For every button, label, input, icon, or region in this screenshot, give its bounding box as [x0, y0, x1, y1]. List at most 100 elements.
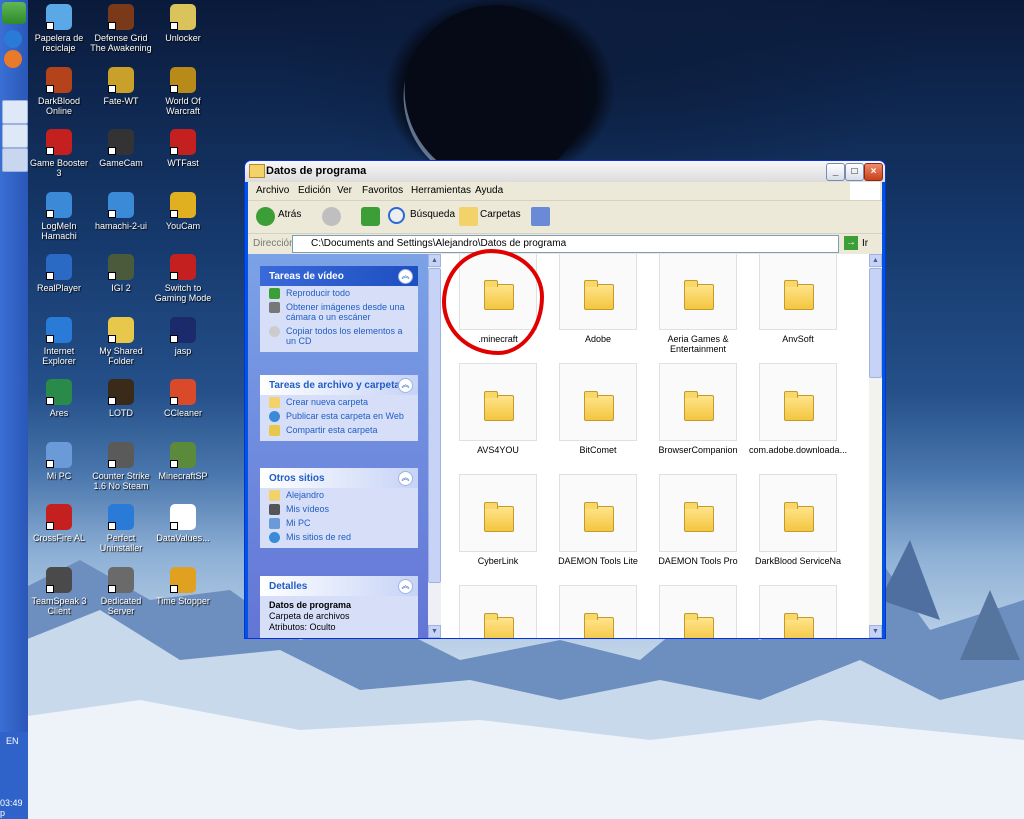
folder-item[interactable]: BitComet [549, 363, 647, 455]
folder-item[interactable] [649, 585, 747, 638]
task-publish-web[interactable]: Publicar esta carpeta en Web [260, 409, 418, 423]
start-button[interactable] [2, 2, 26, 24]
desktop-icon[interactable]: Unlocker [152, 4, 214, 43]
desktop-icon[interactable]: Dedicated Server [90, 566, 152, 616]
folder-item[interactable]: Aeria Games & Entertainment [649, 254, 747, 354]
collapse-icon[interactable]: ︽ [398, 269, 413, 284]
folders-icon[interactable] [459, 207, 478, 226]
desktop-icon[interactable]: Counter Strike 1.6 No Steam [90, 441, 152, 491]
desktop-icon[interactable]: jasp [152, 316, 214, 356]
folder-item[interactable] [749, 585, 847, 638]
search-button[interactable]: Búsqueda [410, 209, 455, 220]
desktop-icon[interactable]: Internet Explorer [28, 316, 90, 366]
menu-herramientas[interactable]: Herramientas [411, 185, 471, 196]
close-button[interactable]: × [864, 163, 883, 181]
desktop-icon[interactable]: Game Booster 3 [28, 129, 90, 178]
desktop-icon[interactable]: World Of Warcraft [152, 66, 214, 116]
scroll-thumb[interactable] [428, 268, 441, 583]
desktop-icon[interactable]: Defense Grid The Awakening [90, 4, 152, 53]
place-my-computer[interactable]: Mi PC [260, 516, 418, 530]
task-play-all[interactable]: Reproducir todo [260, 286, 418, 300]
folder-item[interactable] [549, 585, 647, 638]
desktop-icon[interactable]: RealPlayer [28, 254, 90, 293]
details-header[interactable]: Detalles ︽ [260, 576, 418, 596]
scroll-up-icon[interactable]: ▲ [869, 254, 882, 267]
go-button[interactable]: Ir [862, 238, 868, 249]
desktop-icon[interactable]: Papelera de reciclaje [28, 4, 90, 53]
desktop-icon[interactable]: hamachi-2-ui [90, 191, 152, 231]
forward-arrow-icon[interactable] [322, 207, 341, 226]
folder-item[interactable]: Adobe [549, 254, 647, 344]
task-share-folder[interactable]: Compartir esta carpeta [260, 423, 418, 441]
place-alejandro[interactable]: Alejandro [260, 488, 418, 502]
scroll-up-icon[interactable]: ▲ [428, 254, 441, 267]
menu-favoritos[interactable]: Favoritos [362, 185, 403, 196]
folder-item[interactable] [449, 585, 547, 638]
desktop-icon[interactable]: IGI 2 [90, 254, 152, 293]
menu-ayuda[interactable]: Ayuda [475, 185, 503, 196]
folder-item[interactable]: DarkBlood ServiceNa [749, 474, 847, 566]
desktop-icon[interactable]: Fate-WT [90, 66, 152, 106]
search-icon[interactable] [388, 207, 405, 224]
back-arrow-icon[interactable] [256, 207, 275, 226]
desktop-icon[interactable]: CCleaner [152, 379, 214, 418]
address-input[interactable]: C:\Documents and Settings\Alejandro\Dato… [292, 235, 839, 253]
taskbar-button-firefox[interactable] [2, 124, 28, 148]
folder-item[interactable]: CyberLink [449, 474, 547, 566]
firefox-quicklaunch-icon[interactable] [4, 50, 22, 68]
maximize-button[interactable]: □ [845, 163, 864, 181]
desktop-icon[interactable]: Ares [28, 379, 90, 418]
folders-button[interactable]: Carpetas [480, 209, 521, 220]
folder-view-scrollbar[interactable]: ▲ ▼ [869, 254, 882, 638]
collapse-icon[interactable]: ︽ [398, 378, 413, 393]
task-pane-scrollbar[interactable]: ▲ ▼ [428, 254, 441, 638]
other-places-header[interactable]: Otros sitios ︽ [260, 468, 418, 488]
collapse-icon[interactable]: ︽ [398, 579, 413, 594]
desktop-icon[interactable]: Mi PC [28, 441, 90, 481]
taskbar-button-explorer[interactable] [2, 148, 28, 172]
desktop-icon[interactable]: My Shared Folder [90, 316, 152, 366]
menu-archivo[interactable]: Archivo [256, 185, 289, 196]
desktop-icon[interactable]: DarkBlood Online [28, 66, 90, 116]
folder-item[interactable]: com.adobe.downloada... [749, 363, 847, 455]
desktop-icon[interactable]: DataValues... [152, 504, 214, 543]
desktop-icon[interactable]: YouCam [152, 191, 214, 231]
go-arrow-icon[interactable]: → [844, 236, 858, 250]
video-tasks-header[interactable]: Tareas de vídeo ︽ [260, 266, 418, 286]
clock[interactable]: 03:49 p [0, 798, 28, 818]
folder-item[interactable]: BrowserCompanion [649, 363, 747, 455]
back-button[interactable]: Atrás [278, 209, 301, 220]
folder-item[interactable]: AnvSoft [749, 254, 847, 344]
desktop-icon[interactable]: Time Stopper [152, 566, 214, 606]
collapse-icon[interactable]: ︽ [398, 471, 413, 486]
taskbar-button-media[interactable] [2, 100, 28, 124]
task-new-folder[interactable]: Crear nueva carpeta [260, 395, 418, 409]
desktop-icon[interactable]: LogMeIn Hamachi [28, 191, 90, 241]
place-my-videos[interactable]: Mis vídeos [260, 502, 418, 516]
desktop-icon[interactable]: MinecraftSP [152, 441, 214, 481]
ie-quicklaunch-icon[interactable] [4, 30, 22, 48]
title-bar[interactable]: Datos de programa _ □ × [245, 161, 885, 182]
desktop-icon[interactable]: CrossFire AL [28, 504, 90, 543]
language-indicator[interactable]: EN [6, 736, 19, 746]
desktop-icon[interactable]: Switch to Gaming Mode [152, 254, 214, 303]
file-tasks-header[interactable]: Tareas de archivo y carpeta ︽ [260, 375, 418, 395]
desktop-icon[interactable]: LOTD [90, 379, 152, 418]
menu-ver[interactable]: Ver [337, 185, 352, 196]
desktop-icon[interactable]: Perfect Uninstaller [90, 504, 152, 553]
task-get-images[interactable]: Obtener imágenes desde una cámara o un e… [260, 300, 418, 324]
menu-edicion[interactable]: Edición [298, 185, 331, 196]
scroll-thumb[interactable] [869, 268, 882, 378]
folder-item[interactable]: DAEMON Tools Lite [549, 474, 647, 566]
scroll-down-icon[interactable]: ▼ [428, 625, 441, 638]
task-copy-cd[interactable]: Copiar todos los elementos a un CD [260, 324, 418, 352]
desktop-icon[interactable]: GameCam [90, 129, 152, 168]
folder-item[interactable]: DAEMON Tools Pro [649, 474, 747, 566]
place-network[interactable]: Mis sitios de red [260, 530, 418, 548]
minimize-button[interactable]: _ [826, 163, 845, 181]
folder-item[interactable]: AVS4YOU [449, 363, 547, 455]
up-folder-icon[interactable] [361, 207, 380, 226]
desktop-icon[interactable]: WTFast [152, 129, 214, 168]
scroll-down-icon[interactable]: ▼ [869, 625, 882, 638]
desktop-icon[interactable]: TeamSpeak 3 Client [28, 566, 90, 616]
